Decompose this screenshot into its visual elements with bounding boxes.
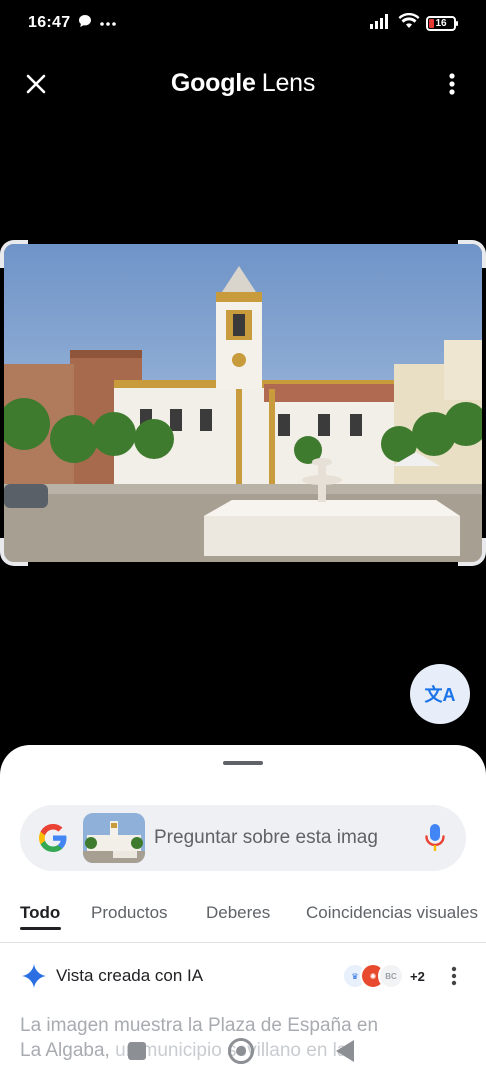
tab-deberes[interactable]: Deberes [206, 903, 270, 923]
translate-button[interactable]: 文A [410, 664, 470, 724]
status-bar: 16:47 16 [0, 0, 486, 46]
wifi-icon [398, 12, 420, 34]
search-bar[interactable]: Preguntar sobre esta imag [20, 805, 466, 871]
ai-sources[interactable]: ♛ ✺ BC +2 [342, 962, 425, 990]
search-input[interactable]: Preguntar sobre esta imag [154, 827, 396, 849]
mic-icon[interactable] [424, 823, 446, 853]
lens-header: Google Lens [0, 60, 486, 106]
active-tab-indicator [20, 927, 61, 930]
more-vert-icon [449, 73, 455, 95]
title-brand: Google [170, 68, 256, 97]
drag-handle[interactable] [223, 761, 263, 765]
sources-more-count: +2 [410, 968, 425, 984]
tab-productos[interactable]: Productos [91, 903, 168, 923]
more-dots-icon [100, 14, 117, 32]
tab-todo[interactable]: Todo [20, 903, 60, 923]
image-selection[interactable] [0, 240, 486, 566]
crop-handle-bottom-right[interactable] [458, 538, 486, 566]
status-time: 16:47 [28, 14, 71, 31]
crop-handle-top-right[interactable] [458, 240, 486, 268]
recents-button[interactable] [128, 1042, 146, 1060]
battery-icon: 16 [426, 16, 458, 31]
source-favicon-3: BC [378, 963, 404, 989]
page-title: Google Lens [170, 68, 316, 98]
battery-level: 16 [435, 18, 447, 29]
scanned-photo [4, 244, 482, 562]
translate-icon: 文A [424, 685, 456, 705]
system-nav-bar [0, 1032, 486, 1068]
close-button[interactable] [20, 68, 52, 100]
results-sheet: Preguntar sobre esta imag Todo Productos… [0, 745, 486, 1080]
source-badge-text: BC [385, 971, 397, 981]
crop-handle-top-left[interactable] [0, 240, 28, 268]
ai-overview-header[interactable]: Vista creada con IA ♛ ✺ BC +2 [0, 960, 486, 992]
signal-icon [370, 13, 392, 34]
image-thumbnail[interactable] [83, 813, 145, 863]
sparkle-icon [22, 964, 46, 988]
ai-more-vert-icon[interactable] [448, 964, 460, 988]
more-options-button[interactable] [442, 68, 462, 100]
title-product: Lens [261, 68, 316, 97]
result-tabs: Todo Productos Deberes Coincidencias vis… [0, 895, 486, 943]
close-icon [26, 74, 46, 94]
crop-handle-bottom-left[interactable] [0, 538, 28, 566]
back-button[interactable] [336, 1040, 354, 1062]
tab-coincidencias-visuales[interactable]: Coincidencias visuales [306, 903, 478, 923]
ai-overview-label: Vista creada con IA [56, 966, 204, 985]
chat-bubble-icon [78, 14, 92, 33]
home-button[interactable] [228, 1038, 254, 1064]
google-g-icon [39, 824, 67, 852]
